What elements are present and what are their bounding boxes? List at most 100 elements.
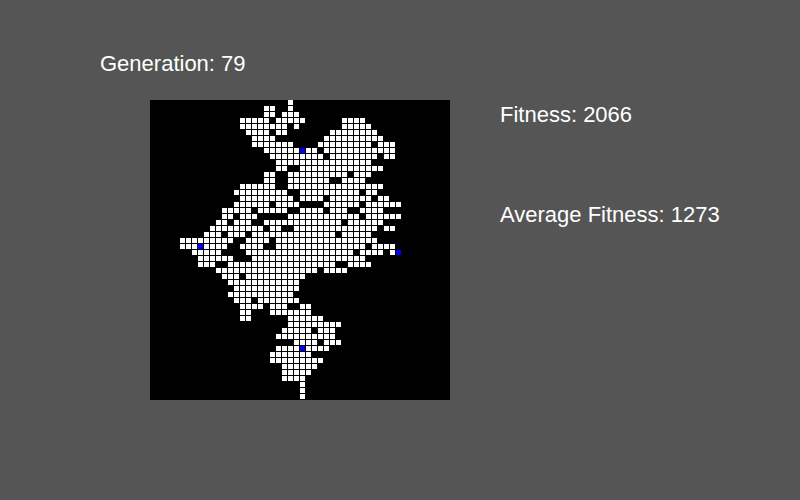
grid-cell xyxy=(306,328,311,333)
grid-cell xyxy=(324,178,329,183)
grid-cell xyxy=(276,298,281,303)
grid-cell xyxy=(294,154,299,159)
grid-cell xyxy=(240,262,245,267)
grid-cell xyxy=(240,286,245,291)
grid-cell xyxy=(252,118,257,123)
grid-cell xyxy=(276,280,281,285)
grid-cell xyxy=(300,160,305,165)
grid-cell xyxy=(354,160,359,165)
grid-cell xyxy=(288,118,293,123)
grid-cell xyxy=(312,184,317,189)
average-fitness-label: Average Fitness: 1273 xyxy=(500,201,720,229)
grid-cell xyxy=(306,172,311,177)
grid-cell xyxy=(276,238,281,243)
grid-cell xyxy=(378,220,383,225)
grid-cell xyxy=(300,268,305,273)
grid-cell xyxy=(306,226,311,231)
grid-cell xyxy=(240,220,245,225)
grid-cell xyxy=(300,316,305,321)
grid-cell xyxy=(300,394,305,399)
grid-cell xyxy=(288,376,293,381)
grid-cell xyxy=(270,190,275,195)
grid-cell xyxy=(324,268,329,273)
grid-cell xyxy=(258,298,263,303)
grid-cell xyxy=(264,208,269,213)
grid-cell xyxy=(360,208,365,213)
grid-cell xyxy=(270,106,275,111)
grid-cell xyxy=(288,232,293,237)
grid-cell xyxy=(228,226,233,231)
grid-cell xyxy=(300,340,305,345)
grid-cell xyxy=(282,310,287,315)
grid-cell xyxy=(246,280,251,285)
grid-cell xyxy=(294,376,299,381)
grid-cell xyxy=(372,184,377,189)
grid-cell xyxy=(240,184,245,189)
grid-cell xyxy=(384,154,389,159)
grid-cell xyxy=(252,250,257,255)
grid-cell xyxy=(288,238,293,243)
grid-cell xyxy=(342,190,347,195)
grid-cell xyxy=(246,292,251,297)
grid-cell xyxy=(342,196,347,201)
grid-cell xyxy=(288,172,293,177)
grid-cell xyxy=(282,352,287,357)
grid-cell xyxy=(288,202,293,207)
grid-cell xyxy=(240,310,245,315)
grid-cell xyxy=(300,232,305,237)
grid-cell xyxy=(264,118,269,123)
grid-cell xyxy=(348,238,353,243)
grid-cell xyxy=(246,262,251,267)
grid-cell xyxy=(336,136,341,141)
grid-cell xyxy=(210,232,215,237)
grid-cell xyxy=(252,232,257,237)
grid-cell xyxy=(228,268,233,273)
grid-cell xyxy=(348,262,353,267)
grid-cell xyxy=(312,316,317,321)
grid-cell xyxy=(288,160,293,165)
grid-cell xyxy=(198,256,203,261)
grid-cell xyxy=(360,148,365,153)
grid-cell xyxy=(324,202,329,207)
grid-cell xyxy=(300,184,305,189)
grid-cell xyxy=(276,286,281,291)
grid-cell xyxy=(330,196,335,201)
grid-cell xyxy=(276,220,281,225)
grid-cell xyxy=(270,148,275,153)
grid-cell xyxy=(264,256,269,261)
grid-cell xyxy=(360,130,365,135)
grid-cell xyxy=(282,154,287,159)
grid-cell xyxy=(276,274,281,279)
grid-cell xyxy=(378,184,383,189)
grid-cell xyxy=(282,334,287,339)
grid-cell xyxy=(312,160,317,165)
grid-cell xyxy=(336,148,341,153)
grid-cell xyxy=(306,256,311,261)
grid-cell xyxy=(234,274,239,279)
grid-cell xyxy=(228,292,233,297)
grid-cell xyxy=(366,262,371,267)
highlighted-cell xyxy=(198,244,203,249)
grid-cell xyxy=(198,262,203,267)
grid-cell xyxy=(276,160,281,165)
grid-cell xyxy=(336,208,341,213)
grid-cell xyxy=(216,220,221,225)
grid-cell xyxy=(348,124,353,129)
grid-cell xyxy=(360,118,365,123)
grid-cell xyxy=(384,244,389,249)
grid-cell xyxy=(258,184,263,189)
grid-cell xyxy=(240,118,245,123)
grid-cell xyxy=(372,154,377,159)
grid-cell xyxy=(270,358,275,363)
grid-cell xyxy=(294,346,299,351)
grid-cell xyxy=(294,328,299,333)
grid-cell xyxy=(342,256,347,261)
grid-cell xyxy=(384,196,389,201)
grid-cell xyxy=(288,352,293,357)
grid-cell xyxy=(294,274,299,279)
grid-cell xyxy=(276,334,281,339)
grid-cell xyxy=(324,148,329,153)
grid-cell xyxy=(312,226,317,231)
grid-cell xyxy=(312,190,317,195)
grid-cell xyxy=(336,172,341,177)
